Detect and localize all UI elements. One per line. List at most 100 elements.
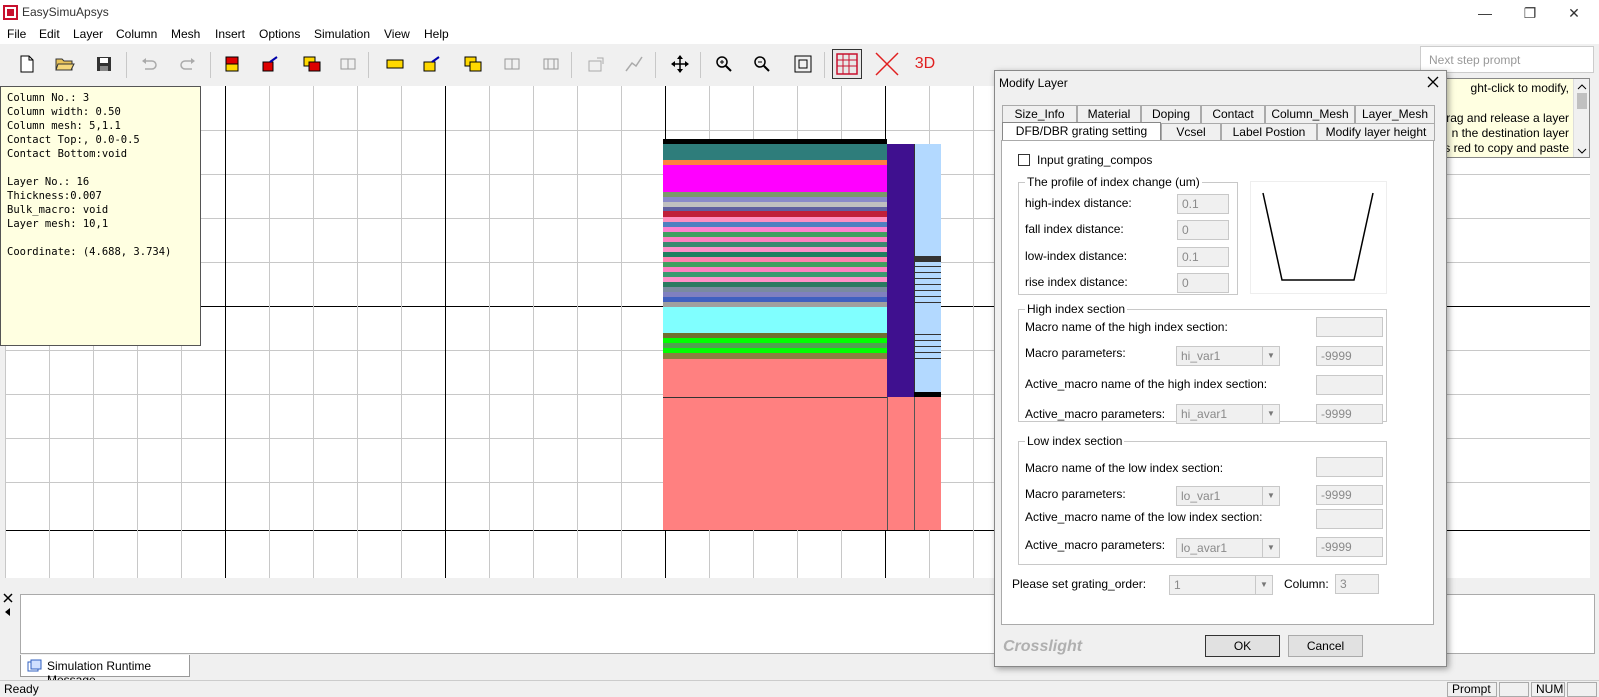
layer-copy-button[interactable] bbox=[298, 51, 326, 77]
scroll-thumb[interactable] bbox=[1577, 93, 1587, 109]
status-empty bbox=[1567, 682, 1597, 697]
prompt-scrollbar[interactable] bbox=[1573, 79, 1590, 157]
app-icon[interactable] bbox=[3, 5, 18, 20]
tab-contact[interactable]: Contact bbox=[1201, 105, 1265, 123]
column-purple[interactable] bbox=[887, 144, 914, 397]
layer-substrate[interactable] bbox=[663, 359, 887, 397]
menu-file[interactable]: File bbox=[7, 27, 26, 41]
grid-line bbox=[489, 86, 490, 578]
column-split-button[interactable] bbox=[537, 51, 565, 77]
rise-index-distance-field[interactable]: 0 bbox=[1177, 273, 1229, 293]
tab-dfb-dbr-grating-setting[interactable]: DFB/DBR grating setting bbox=[1002, 122, 1161, 142]
menu-insert[interactable]: Insert bbox=[215, 27, 245, 41]
low-macro-name-field[interactable] bbox=[1316, 457, 1383, 477]
column-lightblue-substrate[interactable] bbox=[914, 397, 941, 530]
tab-column-mesh[interactable]: Column_Mesh bbox=[1265, 105, 1355, 123]
next-step-prompt[interactable]: Next step prompt bbox=[1420, 46, 1594, 73]
column-field[interactable]: 3 bbox=[1335, 574, 1379, 594]
zoom-in-button[interactable] bbox=[710, 51, 738, 77]
restore-button[interactable]: ❐ bbox=[1508, 2, 1552, 24]
layer[interactable] bbox=[663, 165, 887, 192]
layer-cyan[interactable] bbox=[663, 307, 887, 333]
tab-vcsel[interactable]: Vcsel bbox=[1161, 123, 1221, 141]
input-grating-checkbox[interactable] bbox=[1018, 154, 1030, 166]
fall-index-distance-field[interactable]: 0 bbox=[1177, 220, 1229, 240]
high-active-macro-params-select[interactable]: hi_avar1 ▼ bbox=[1176, 404, 1280, 424]
low-active-param-value-field[interactable]: -9999 bbox=[1316, 537, 1383, 557]
menu-options[interactable]: Options bbox=[259, 27, 300, 41]
low-macro-params-select[interactable]: lo_var1 ▼ bbox=[1176, 486, 1280, 506]
delete-button[interactable] bbox=[872, 49, 902, 79]
layer-substrate-bulk[interactable] bbox=[663, 398, 887, 530]
zoom-fit-button[interactable] bbox=[789, 51, 817, 77]
high-macro-name-field[interactable] bbox=[1316, 317, 1383, 337]
tab-size-info[interactable]: Size_Info bbox=[1002, 105, 1077, 123]
column-purple-substrate[interactable] bbox=[887, 397, 914, 530]
ok-button[interactable]: OK bbox=[1205, 635, 1280, 657]
layer-copy-icon bbox=[303, 56, 321, 72]
layer[interactable] bbox=[914, 256, 941, 262]
menu-help[interactable]: Help bbox=[424, 27, 449, 41]
menu-layer[interactable]: Layer bbox=[73, 27, 103, 41]
menu-column[interactable]: Column bbox=[116, 27, 157, 41]
column-tool-button[interactable] bbox=[381, 51, 409, 77]
redo-button[interactable] bbox=[174, 51, 202, 77]
menu-mesh[interactable]: Mesh bbox=[171, 27, 200, 41]
low-index-distance-label: low-index distance: bbox=[1025, 249, 1128, 263]
layer[interactable] bbox=[663, 144, 887, 160]
tab-material[interactable]: Material bbox=[1077, 105, 1141, 123]
menu-edit[interactable]: Edit bbox=[39, 27, 60, 41]
profile-group-title: The profile of index change (um) bbox=[1025, 175, 1202, 189]
chevron-down-icon: ▼ bbox=[1262, 347, 1279, 365]
panel-arrow-icon[interactable] bbox=[2, 606, 14, 618]
layer-line bbox=[914, 272, 941, 273]
low-macro-param-value-field[interactable]: -9999 bbox=[1316, 485, 1383, 505]
tab-modify-layer-height[interactable]: Modify layer height bbox=[1317, 123, 1435, 141]
high-active-macro-params-label: Active_macro parameters: bbox=[1025, 407, 1166, 421]
pan-button[interactable] bbox=[666, 51, 694, 77]
low-active-macro-params-select[interactable]: lo_avar1 ▼ bbox=[1176, 538, 1280, 558]
grid-toggle-button[interactable] bbox=[832, 49, 862, 79]
dialog-close-button[interactable] bbox=[1426, 73, 1440, 94]
column-modify-button[interactable] bbox=[418, 51, 446, 77]
undo-button[interactable] bbox=[135, 51, 163, 77]
high-macro-params-label: Macro parameters: bbox=[1025, 346, 1126, 360]
zoom-out-button[interactable] bbox=[748, 51, 776, 77]
high-macro-param-value-field[interactable]: -9999 bbox=[1316, 346, 1383, 366]
plot-button[interactable] bbox=[620, 51, 648, 77]
high-macro-params-select[interactable]: hi_var1 ▼ bbox=[1176, 346, 1280, 366]
scroll-down-icon[interactable] bbox=[1574, 145, 1590, 157]
high-index-distance-field[interactable]: 0.1 bbox=[1177, 194, 1229, 214]
view-3d-button[interactable]: 3D bbox=[910, 51, 940, 77]
scroll-up-icon[interactable] bbox=[1574, 81, 1590, 93]
save-button[interactable] bbox=[90, 51, 118, 77]
high-index-group-title: High index section bbox=[1025, 302, 1128, 316]
low-active-macro-name-field[interactable] bbox=[1316, 509, 1383, 529]
mesh-settings-button[interactable] bbox=[582, 51, 610, 77]
view-3d-label: 3D bbox=[914, 55, 936, 72]
high-active-macro-name-field[interactable] bbox=[1316, 375, 1383, 395]
menu-simulation[interactable]: Simulation bbox=[314, 27, 370, 41]
close-window-button[interactable]: ✕ bbox=[1552, 2, 1596, 24]
close-panel-icon[interactable] bbox=[2, 592, 14, 604]
layer-align-button[interactable] bbox=[334, 51, 362, 77]
low-index-distance-field[interactable]: 0.1 bbox=[1177, 247, 1229, 267]
column-align-button[interactable] bbox=[498, 51, 526, 77]
tab-doping[interactable]: Doping bbox=[1141, 105, 1201, 123]
high-active-param-value-field[interactable]: -9999 bbox=[1316, 404, 1383, 424]
new-file-button[interactable] bbox=[13, 51, 41, 77]
tab-layer-mesh[interactable]: Layer_Mesh bbox=[1355, 105, 1435, 123]
grating-order-select[interactable]: 1 ▼ bbox=[1169, 575, 1273, 595]
layer-modify-button[interactable] bbox=[257, 51, 285, 77]
column-lightblue[interactable] bbox=[914, 144, 941, 397]
menu-view[interactable]: View bbox=[384, 27, 410, 41]
cancel-button[interactable]: Cancel bbox=[1288, 635, 1363, 657]
toolbar-separator bbox=[368, 52, 369, 78]
open-file-button[interactable] bbox=[51, 51, 79, 77]
column-copy-button[interactable] bbox=[459, 51, 487, 77]
tab-simulation-runtime-message[interactable]: Simulation Runtime Message bbox=[20, 655, 190, 687]
minimize-button[interactable]: — bbox=[1463, 2, 1507, 24]
line-plot-icon bbox=[625, 56, 643, 72]
layer-tool-button[interactable] bbox=[218, 51, 246, 77]
tab-label-postion[interactable]: Label Postion bbox=[1221, 123, 1317, 141]
